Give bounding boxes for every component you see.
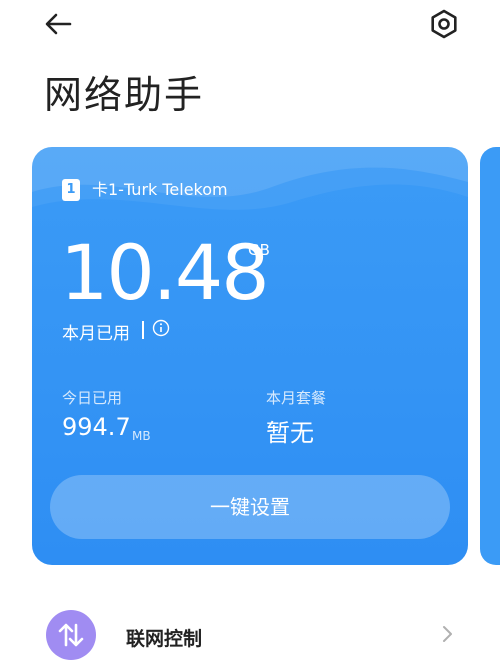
settings-button[interactable] (426, 6, 462, 42)
monthly-usage-label: 本月已用 (62, 324, 130, 344)
usage-label-divider (142, 321, 144, 339)
gear-icon (431, 9, 457, 39)
monthly-usage-value: 10.48 (60, 228, 270, 317)
info-icon (152, 319, 170, 337)
today-usage-unit: MB (132, 429, 151, 443)
network-assistant-screen: 网络助手 1 卡1-Turk Telekom 10.48 GB 本月已用 今日已… (0, 0, 500, 666)
plan-value: 暂无 (266, 419, 314, 447)
plan-label: 本月套餐 (266, 389, 327, 407)
network-control-row[interactable]: 联网控制 (0, 596, 500, 666)
arrow-left-icon (45, 13, 72, 35)
chevron-right-icon (443, 626, 452, 642)
back-button[interactable] (40, 6, 76, 42)
next-sim-card-peek[interactable] (480, 147, 500, 565)
sim-data-card[interactable]: 1 卡1-Turk Telekom 10.48 GB 本月已用 今日已用 994… (32, 147, 468, 565)
network-control-icon-bg (46, 610, 96, 660)
page-title: 网络助手 (44, 73, 205, 117)
one-click-setup-button[interactable]: 一键设置 (50, 475, 450, 539)
usage-info-button[interactable] (152, 319, 170, 337)
swap-vertical-icon (58, 623, 84, 647)
monthly-usage-unit: GB (248, 241, 270, 259)
sim-slot-badge: 1 (62, 179, 80, 201)
sim-carrier-name: 卡1-Turk Telekom (92, 180, 228, 199)
today-usage-label: 今日已用 (62, 389, 123, 407)
today-usage-value: 994.7 (62, 413, 131, 441)
network-control-label: 联网控制 (126, 628, 203, 650)
